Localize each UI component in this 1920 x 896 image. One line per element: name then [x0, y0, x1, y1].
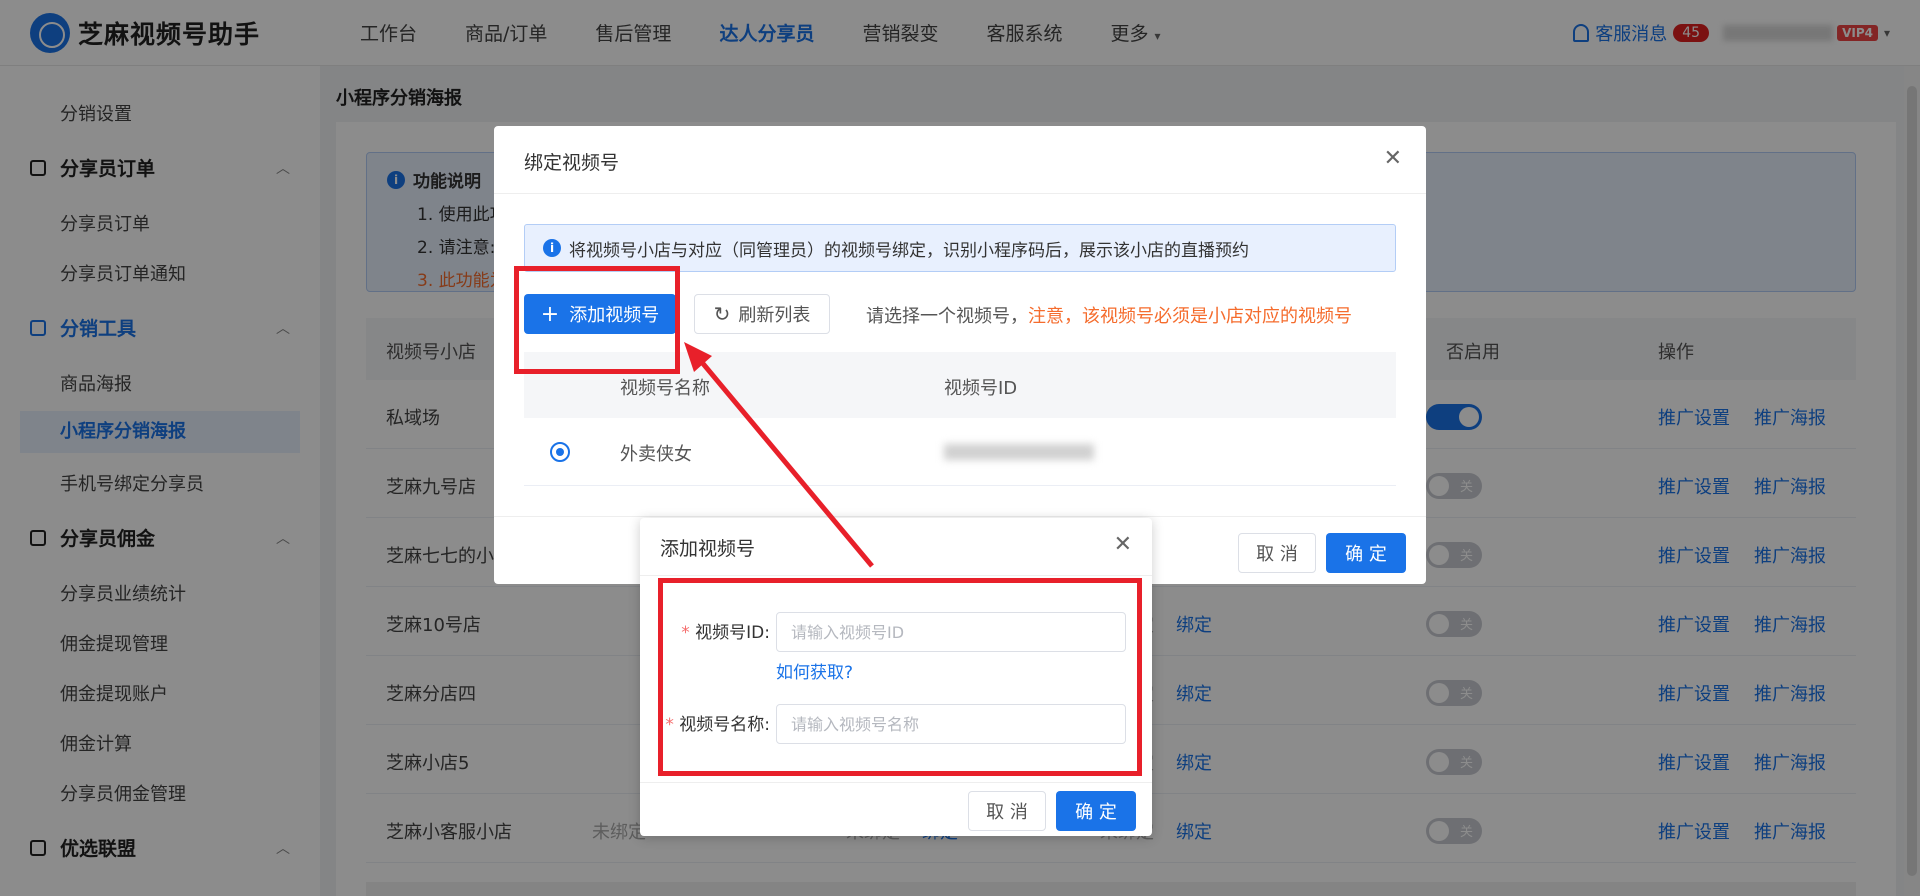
refresh-list-button[interactable]: ↻ 刷新列表 [694, 294, 830, 334]
annotation-box-form [658, 578, 1142, 776]
close-icon[interactable]: ✕ [1384, 146, 1402, 171]
hint-warning: 注意，该视频号必须是小店对应的视频号 [1028, 306, 1352, 327]
channel-radio[interactable] [550, 442, 570, 462]
hint-prefix: 请选择一个视频号， [866, 306, 1028, 327]
dialog-footer: 取 消 确 定 [640, 782, 1152, 836]
confirm-button[interactable]: 确 定 [1326, 533, 1406, 573]
dialog-title: 添加视频号 [640, 518, 1152, 576]
bind-tip-text: 将视频号小店与对应（同管理员）的视频号绑定，识别小程序码后，展示该小店的直播预约 [569, 240, 1249, 261]
close-icon[interactable]: ✕ [1114, 532, 1132, 557]
confirm-button[interactable]: 确 定 [1056, 791, 1136, 831]
bind-tip: i 将视频号小店与对应（同管理员）的视频号绑定，识别小程序码后，展示该小店的直播… [524, 224, 1396, 272]
refresh-icon: ↻ [713, 302, 731, 326]
col-header-channel-name: 视频号名称 [620, 378, 710, 399]
cancel-button[interactable]: 取 消 [1238, 533, 1316, 573]
dialog-title: 绑定视频号 [494, 126, 1426, 194]
cancel-button[interactable]: 取 消 [968, 791, 1046, 831]
refresh-label: 刷新列表 [738, 305, 811, 326]
info-icon: i [543, 239, 561, 257]
channel-row[interactable]: 外卖侠女 [524, 418, 1396, 486]
annotation-box-add-button [514, 266, 680, 374]
col-header-channel-id: 视频号ID [944, 378, 1018, 399]
select-hint: 请选择一个视频号，注意，该视频号必须是小店对应的视频号 [866, 302, 1352, 328]
channel-name: 外卖侠女 [620, 444, 692, 465]
channel-id-blurred [944, 444, 1094, 460]
